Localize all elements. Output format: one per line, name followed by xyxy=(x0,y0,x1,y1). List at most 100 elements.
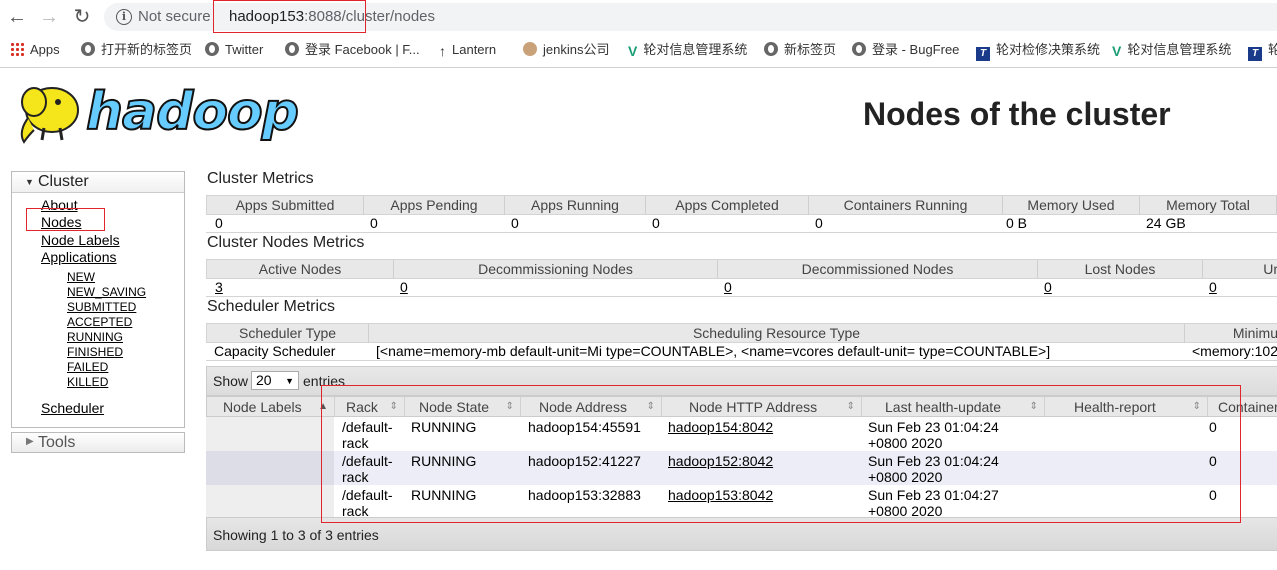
bookmark-truncated[interactable]: T轮 xyxy=(1248,42,1277,61)
node-labels-cell xyxy=(206,417,334,451)
security-label[interactable]: Not secure xyxy=(138,8,211,25)
page-title: Nodes of the cluster xyxy=(863,96,1171,132)
cluster-metrics-title: Cluster Metrics xyxy=(207,170,314,187)
column-header: Containers Running xyxy=(809,196,1003,215)
column-header: Apps Completed xyxy=(646,196,809,215)
column-header: Apps Submitted xyxy=(207,196,364,215)
bookmark-label: 轮对检修决策系统 xyxy=(996,42,1101,57)
column-header-node-labels[interactable]: Node Labels ▲ xyxy=(207,397,335,417)
cluster-nodes-metrics-row: 3 0 0 0 0 xyxy=(206,279,1277,297)
node-labels-cell xyxy=(206,451,334,485)
sidebar-tools-label: Tools xyxy=(38,434,76,451)
scheduler-metrics-header: Scheduler Type Scheduling Resource Type … xyxy=(206,323,1277,343)
globe-icon xyxy=(764,42,778,56)
metric-value: 0 xyxy=(370,215,378,231)
bookmark-label: 轮对信息管理系统 xyxy=(1127,42,1232,57)
sidebar-app-state-killed[interactable]: KILLED xyxy=(67,375,108,389)
globe-icon xyxy=(285,42,299,56)
cluster-metrics-header: Apps Submitted Apps Pending Apps Running… xyxy=(206,195,1277,215)
sidebar-app-state-finished[interactable]: FINISHED xyxy=(67,345,123,359)
bookmark-label: 登录 - BugFree xyxy=(872,42,960,57)
sidebar-link-scheduler[interactable]: Scheduler xyxy=(41,400,104,416)
metric-value: 0 B xyxy=(1006,215,1028,231)
column-header: Memory Total xyxy=(1140,196,1277,215)
table-highlight-box xyxy=(321,385,1241,523)
hadoop-logo[interactable]: hadoop xyxy=(14,80,314,150)
metric-value: 0 xyxy=(215,215,223,231)
caret-down-icon: ▼ xyxy=(25,177,34,187)
sidebar-link-applications[interactable]: Applications xyxy=(41,249,117,265)
browser-toolbar: ← → ↻ i Not secure hadoop153:8088/cluste… xyxy=(0,0,1277,35)
caret-right-icon: ▶ xyxy=(26,436,34,447)
nodes-highlight-box xyxy=(26,208,105,231)
sidebar-cluster-label: Cluster xyxy=(38,173,89,190)
show-label: Show xyxy=(213,373,249,389)
select-arrow-icon: ▼ xyxy=(285,376,294,386)
column-header: Apps Running xyxy=(505,196,646,215)
bookmark-label: Apps xyxy=(30,42,60,57)
bookmark-bugfree[interactable]: 登录 - BugFree xyxy=(852,42,959,60)
bookmark-label: 打开新的标签页 xyxy=(101,42,193,57)
bookmark-wheel-info-1[interactable]: V 轮对信息管理系统 xyxy=(628,42,747,60)
back-arrow-icon[interactable]: ← xyxy=(6,6,28,28)
sidebar-app-state-failed[interactable]: FAILED xyxy=(67,360,108,374)
cluster-nodes-metrics-header: Active Nodes Decommissioning Nodes Decom… xyxy=(206,259,1277,279)
sidebar-app-state-accepted[interactable]: ACCEPTED xyxy=(67,315,132,329)
column-header: Decommissioning Nodes xyxy=(394,260,718,279)
logo-wordmark: hadoop xyxy=(85,81,300,143)
bookmark-facebook[interactable]: 登录 Facebook | F... xyxy=(285,42,420,60)
page-size-select[interactable]: 20 ▼ xyxy=(251,371,299,390)
metric-value: 24 GB xyxy=(1146,215,1186,231)
active-nodes-link[interactable]: 3 xyxy=(215,279,223,297)
page-size-value: 20 xyxy=(256,372,272,388)
bookmark-twitter[interactable]: Twitter xyxy=(205,42,263,60)
bookmark-label: 轮对信息管理系统 xyxy=(643,42,748,57)
scheduling-resource-type-value: [<name=memory-mb default-unit=Mi type=CO… xyxy=(376,343,1051,359)
forward-arrow-icon[interactable]: → xyxy=(38,6,60,28)
bookmark-wheel-decision[interactable]: T 轮对检修决策系统 xyxy=(976,42,1101,61)
sidebar-app-state-new-saving[interactable]: NEW_SAVING xyxy=(67,285,146,299)
url-highlight-box xyxy=(213,0,366,33)
scheduler-metrics-title: Scheduler Metrics xyxy=(207,298,336,315)
bookmark-label: 新标签页 xyxy=(784,42,837,57)
sidebar-app-state-new[interactable]: NEW xyxy=(67,270,95,284)
globe-icon xyxy=(852,42,866,56)
column-header: Lost Nodes xyxy=(1038,260,1203,279)
column-header: Ur xyxy=(1263,261,1277,277)
cluster-metrics-row: 0 0 0 0 0 0 B 24 GB xyxy=(206,215,1277,233)
node-labels-cell xyxy=(206,485,334,519)
sidebar-app-state-submitted[interactable]: SUBMITTED xyxy=(67,300,136,314)
v-logo-icon: V xyxy=(628,43,638,59)
scheduler-metrics-row: Capacity Scheduler [<name=memory-mb defa… xyxy=(206,343,1277,361)
metric-value: 0 xyxy=(652,215,660,231)
bookmark-jenkins[interactable]: jenkins公司 xyxy=(523,42,609,60)
t-logo-icon: T xyxy=(976,47,990,61)
info-icon[interactable]: i xyxy=(116,9,132,25)
bookmark-new-tab-cn[interactable]: 新标签页 xyxy=(764,42,836,60)
sidebar-link-node-labels[interactable]: Node Labels xyxy=(41,232,120,248)
metric-value: 0 xyxy=(511,215,519,231)
column-header: Apps Pending xyxy=(364,196,505,215)
reload-icon[interactable]: ↻ xyxy=(71,6,93,28)
bookmarks-bar: Apps 打开新的标签页 Twitter 登录 Facebook | F... … xyxy=(0,35,1277,68)
bookmark-label: jenkins公司 xyxy=(543,42,610,57)
sidebar-cluster-header[interactable]: ▼ Cluster xyxy=(12,172,184,193)
scheduler-type-value: Capacity Scheduler xyxy=(214,343,336,359)
sidebar-tools-header[interactable]: ▶ Tools xyxy=(11,432,185,453)
decommissioning-nodes-link[interactable]: 0 xyxy=(400,279,408,297)
minimum-allocation-value: <memory:102 xyxy=(1192,343,1277,359)
bookmark-apps[interactable]: Apps xyxy=(10,42,60,60)
column-header: Decommissioned Nodes xyxy=(718,260,1038,279)
column-header: Scheduler Type xyxy=(207,324,369,343)
v-logo-icon: V xyxy=(1112,43,1122,59)
lost-nodes-link[interactable]: 0 xyxy=(1044,279,1052,297)
sidebar-app-state-running[interactable]: RUNNING xyxy=(67,330,123,344)
bookmark-wheel-info-2[interactable]: V 轮对信息管理系统 xyxy=(1112,42,1231,60)
unhealthy-nodes-link[interactable]: 0 xyxy=(1209,279,1217,297)
decommissioned-nodes-link[interactable]: 0 xyxy=(724,279,732,297)
cluster-nodes-metrics-title: Cluster Nodes Metrics xyxy=(207,234,365,251)
bookmark-new-tab[interactable]: 打开新的标签页 xyxy=(81,42,192,60)
column-header-label: Node Labels xyxy=(223,399,302,415)
bookmark-lantern[interactable]: ↑ Lantern xyxy=(439,42,496,60)
jenkins-icon xyxy=(523,42,537,56)
